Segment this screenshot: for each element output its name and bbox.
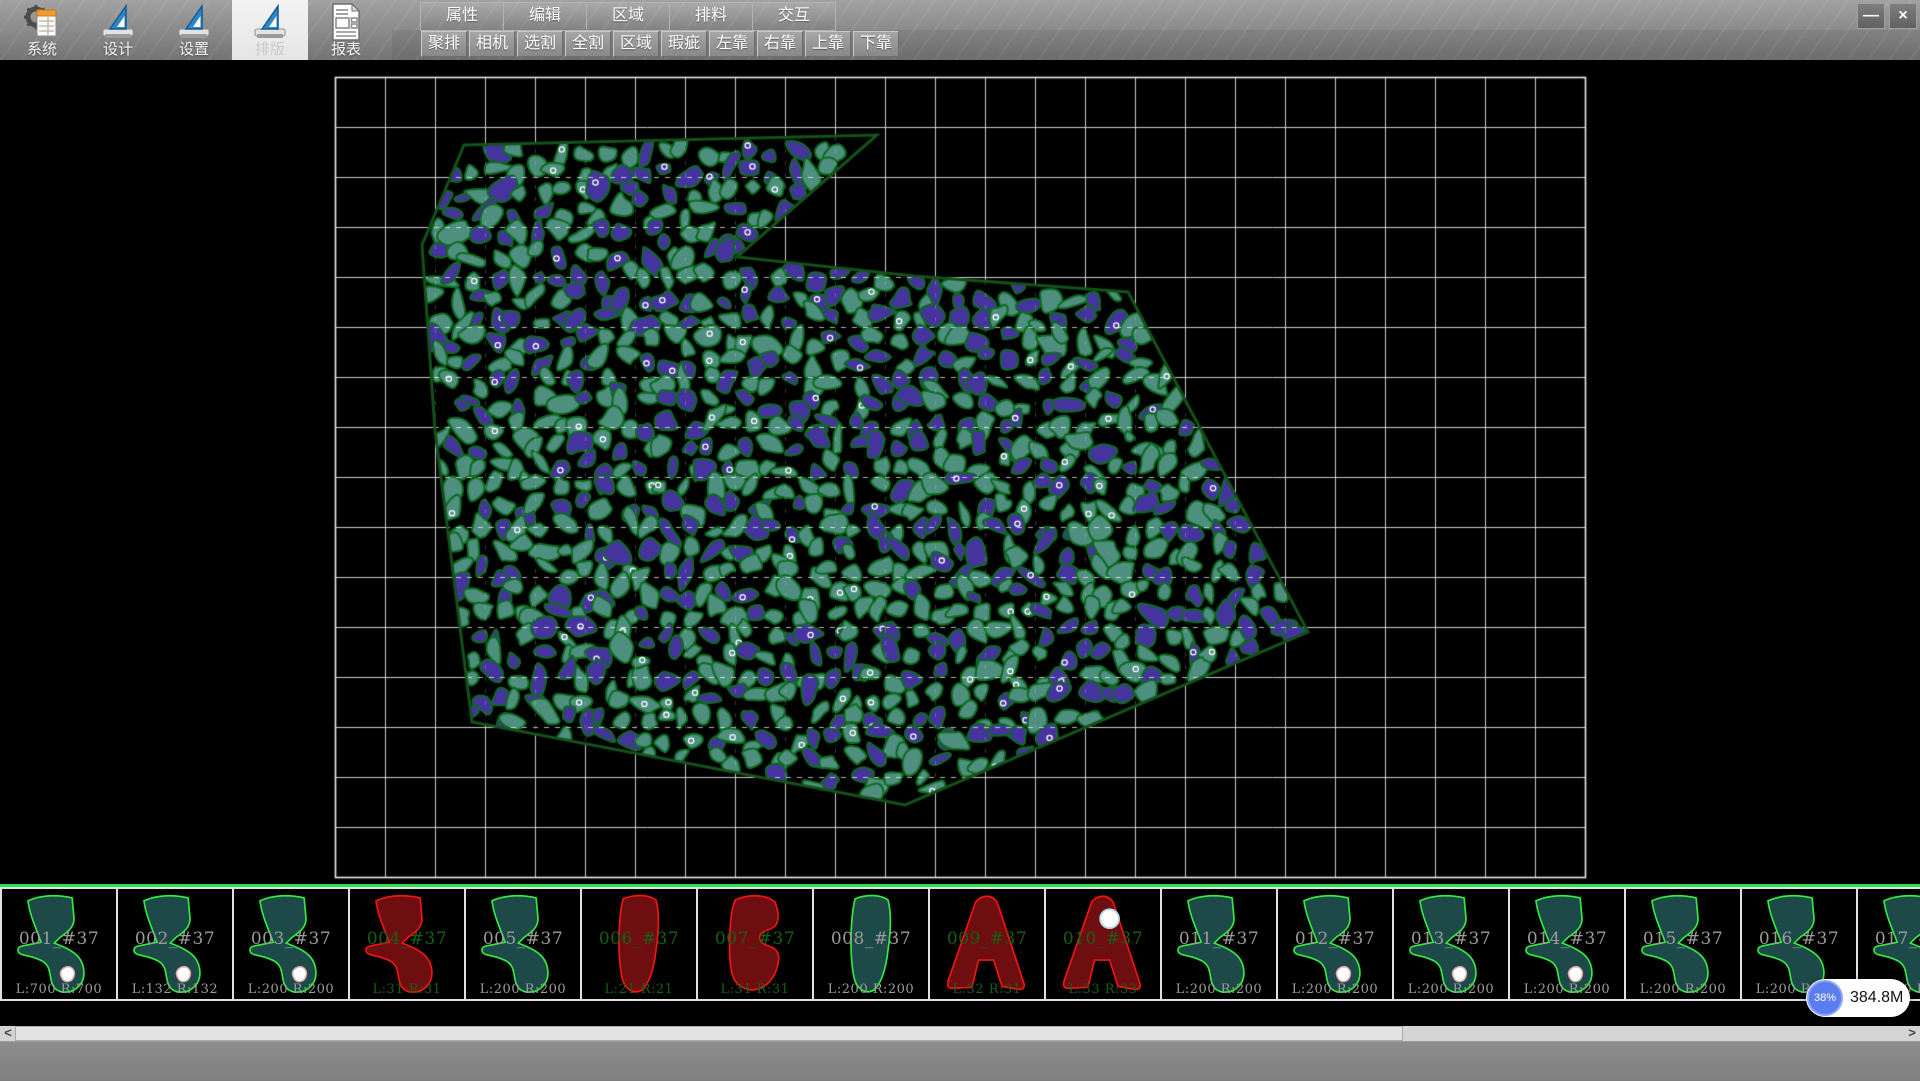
- main-button-label: 报表: [331, 42, 361, 58]
- piece-count-label: L:21 R:21: [582, 982, 696, 997]
- piece-name: 004_#37: [350, 929, 464, 949]
- piece-thumbnail-1[interactable]: 001_#37 L:700 R:700: [2, 887, 118, 1001]
- layout-setsquare-icon: [250, 2, 290, 42]
- piece-name: 003_#37: [234, 929, 348, 949]
- menu-bar: 属性编辑区域排料交互: [420, 2, 836, 31]
- tool-button-row: 聚排相机选割全割区域瑕疵左靠右靠上靠下靠: [421, 31, 899, 57]
- main-button-label: 设置: [179, 42, 209, 58]
- piece-name: 010_#37: [1046, 929, 1160, 949]
- piece-name: 007_#37: [698, 929, 812, 949]
- menu-item-5[interactable]: 交互: [753, 2, 836, 31]
- piece-count-label: L:132 R:132: [118, 982, 232, 997]
- menu-item-1[interactable]: 属性: [420, 2, 504, 31]
- piece-name: 012_#37: [1278, 929, 1392, 949]
- tool-button-4[interactable]: 全割: [565, 31, 611, 57]
- piece-thumbnail-3[interactable]: 003_#37 L:200 R:200: [234, 887, 350, 1001]
- settings-setsquare-icon: [174, 2, 214, 42]
- main-button-5[interactable]: 报表: [308, 0, 384, 60]
- tool-button-9[interactable]: 上靠: [805, 31, 851, 57]
- piece-count-label: L:200 R:200: [234, 982, 348, 997]
- menu-item-4[interactable]: 排料: [670, 2, 753, 31]
- piece-count-label: L:31 R:31: [698, 982, 812, 997]
- piece-count-label: L:31 R:31: [350, 982, 464, 997]
- workspace: [0, 60, 1920, 884]
- nesting-canvas[interactable]: [0, 60, 1920, 884]
- piece-name: 009_#37: [930, 929, 1044, 949]
- piece-count-label: L:200 R:200: [814, 982, 928, 997]
- main-button-3[interactable]: 设置: [156, 0, 232, 60]
- piece-thumbnail-13[interactable]: 013_#37 L:200 R:200: [1394, 887, 1510, 1001]
- piece-thumbnail-10[interactable]: 010_#37 L:33 R:33: [1046, 887, 1162, 1001]
- pieces-filmstrip: 001_#37 L:700 R:700 002_#37 L:132 R:132 …: [0, 884, 1920, 1005]
- memory-percent-badge: 38%: [1807, 980, 1843, 1016]
- piece-name: 008_#37: [814, 929, 928, 949]
- tool-button-6[interactable]: 瑕疵: [661, 31, 707, 57]
- scroll-right-arrow-icon[interactable]: >: [1905, 1026, 1919, 1041]
- piece-name: 006_#37: [582, 929, 696, 949]
- close-button[interactable]: ×: [1889, 3, 1917, 29]
- main-button-4[interactable]: 排版: [232, 0, 308, 60]
- main-button-2[interactable]: 设计: [80, 0, 156, 60]
- piece-name: 014_#37: [1510, 929, 1624, 949]
- report-doc-icon: [326, 2, 366, 42]
- piece-count-label: L:200 R:200: [1162, 982, 1276, 997]
- menu-item-2[interactable]: 编辑: [504, 2, 587, 31]
- scroll-left-arrow-icon[interactable]: <: [1, 1026, 15, 1041]
- piece-count-label: L:200 R:200: [1510, 982, 1624, 997]
- piece-count-label: L:200 R:200: [1626, 982, 1740, 997]
- piece-name: 013_#37: [1394, 929, 1508, 949]
- tool-button-5[interactable]: 区域: [613, 31, 659, 57]
- main-button-label: 系统: [27, 42, 57, 58]
- minimize-button[interactable]: —: [1857, 3, 1885, 29]
- scrollbar-thumb[interactable]: [15, 1026, 1403, 1041]
- menu-item-3[interactable]: 区域: [587, 2, 670, 31]
- memory-widget[interactable]: 38% 384.8M: [1806, 979, 1910, 1017]
- piece-thumbnail-11[interactable]: 011_#37 L:200 R:200: [1162, 887, 1278, 1001]
- piece-thumbnail-15[interactable]: 015_#37 L:200 R:200: [1626, 887, 1742, 1001]
- piece-count-label: L:32 R:31: [930, 982, 1044, 997]
- tool-button-2[interactable]: 相机: [469, 31, 515, 57]
- piece-count-label: L:200 R:200: [1394, 982, 1508, 997]
- piece-count-label: L:33 R:33: [1046, 982, 1160, 997]
- main-toolbar-buttons: 系统 设计 设置 排版 报表: [4, 0, 384, 60]
- window-controls: — ×: [1857, 3, 1917, 29]
- toolbar: 系统 设计 设置 排版 报表 属性编辑区域排料交互 聚排相机选割全割区域瑕疵左靠…: [0, 0, 1920, 60]
- tool-button-10[interactable]: 下靠: [853, 31, 899, 57]
- piece-thumbnail-8[interactable]: 008_#37 L:200 R:200: [814, 887, 930, 1001]
- piece-thumbnail-12[interactable]: 012_#37 L:200 R:200: [1278, 887, 1394, 1001]
- piece-name: 011_#37: [1162, 929, 1276, 949]
- piece-count-label: L:700 R:700: [2, 982, 116, 997]
- piece-thumbnail-7[interactable]: 007_#37 L:31 R:31: [698, 887, 814, 1001]
- window-bottom-chrome: [0, 1041, 1920, 1081]
- piece-name: 001_#37: [2, 929, 116, 949]
- piece-thumbnail-9[interactable]: 009_#37 L:32 R:31: [930, 887, 1046, 1001]
- main-button-1[interactable]: 系统: [4, 0, 80, 60]
- piece-name: 017_#37: [1858, 929, 1920, 949]
- piece-thumbnail-4[interactable]: 004_#37 L:31 R:31: [350, 887, 466, 1001]
- piece-name: 005_#37: [466, 929, 580, 949]
- piece-count-label: L:200 R:200: [1278, 982, 1392, 997]
- design-setsquare-icon: [98, 2, 138, 42]
- filmstrip-cells: 001_#37 L:700 R:700 002_#37 L:132 R:132 …: [0, 887, 1920, 1001]
- piece-count-label: L:200 R:200: [466, 982, 580, 997]
- piece-name: 015_#37: [1626, 929, 1740, 949]
- piece-thumbnail-14[interactable]: 014_#37 L:200 R:200: [1510, 887, 1626, 1001]
- main-button-label: 设计: [103, 42, 133, 58]
- piece-thumbnail-2[interactable]: 002_#37 L:132 R:132: [118, 887, 234, 1001]
- application-window: 系统 设计 设置 排版 报表 属性编辑区域排料交互 聚排相机选割全割区域瑕疵左靠…: [0, 0, 1920, 1080]
- tool-button-7[interactable]: 左靠: [709, 31, 755, 57]
- piece-thumbnail-5[interactable]: 005_#37 L:200 R:200: [466, 887, 582, 1001]
- piece-name: 002_#37: [118, 929, 232, 949]
- system-gear-icon: [22, 2, 62, 42]
- horizontal-scrollbar[interactable]: < >: [0, 1026, 1920, 1041]
- main-button-label: 排版: [255, 42, 285, 58]
- piece-name: 016_#37: [1742, 929, 1856, 949]
- tool-button-8[interactable]: 右靠: [757, 31, 803, 57]
- memory-percent-label: 38%: [1814, 992, 1836, 1004]
- piece-thumbnail-6[interactable]: 006_#37 L:21 R:21: [582, 887, 698, 1001]
- tool-button-1[interactable]: 聚排: [421, 31, 467, 57]
- tool-button-3[interactable]: 选割: [517, 31, 563, 57]
- memory-size-label: 384.8M: [1850, 989, 1903, 1007]
